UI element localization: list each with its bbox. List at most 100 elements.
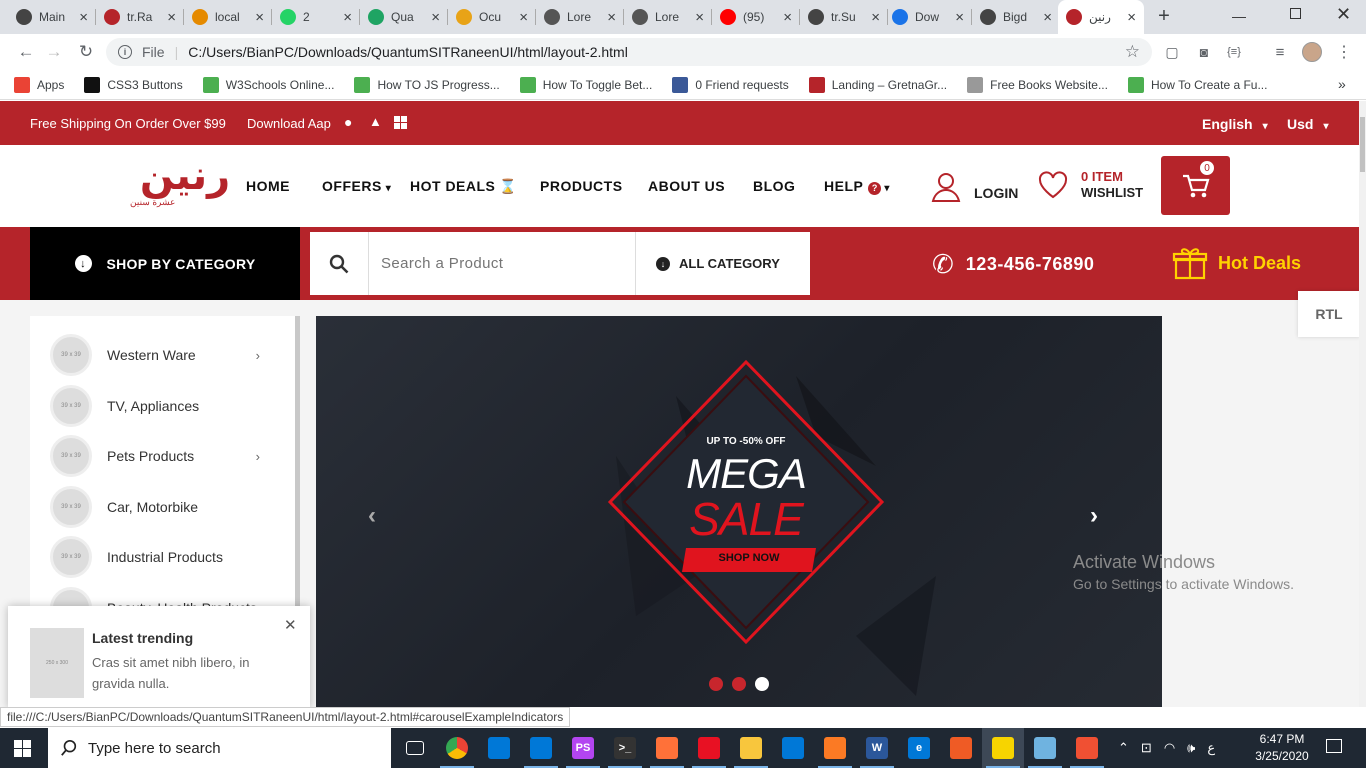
nav-help[interactable]: HELP? ▾: [824, 178, 890, 195]
nav-hot-deals[interactable]: HOT DEALS ⌛: [410, 178, 517, 195]
address-bar[interactable]: i File | C:/Users/BianPC/Downloads/Quant…: [106, 38, 1152, 66]
close-tab-icon[interactable]: ×: [255, 9, 264, 26]
browser-tab[interactable]: tr.Ra ×: [96, 0, 184, 34]
browser-tab[interactable]: Lore ×: [624, 0, 712, 34]
nav-products[interactable]: PRODUCTS: [540, 178, 623, 194]
bookmark-item[interactable]: Apps: [14, 76, 64, 93]
search-icon[interactable]: [310, 232, 369, 295]
new-tab-button[interactable]: +: [1152, 6, 1176, 28]
browser-tab[interactable]: Lore ×: [536, 0, 624, 34]
close-tab-icon[interactable]: ×: [167, 9, 176, 26]
browser-tab[interactable]: 2 ×: [272, 0, 360, 34]
edge-icon[interactable]: e: [898, 728, 940, 768]
browser-tab[interactable]: Qua ×: [360, 0, 448, 34]
browser-tab[interactable]: Bigd ×: [972, 0, 1060, 34]
category-item[interactable]: 39 x 39 Western Ware ›: [50, 333, 270, 377]
postman-icon[interactable]: [940, 728, 982, 768]
firefox-icon[interactable]: [646, 728, 688, 768]
close-tab-icon[interactable]: ×: [431, 9, 440, 26]
wishlist-link[interactable]: 0 ITEM WISHLIST: [1037, 169, 1143, 201]
bookmark-item[interactable]: 0 Friend requests: [672, 76, 789, 93]
shop-by-category-button[interactable]: ↓ SHOP BY CATEGORY: [30, 227, 300, 300]
minimize-button[interactable]: —: [1232, 8, 1246, 24]
extension-icon[interactable]: ▢: [1160, 40, 1184, 64]
camera-icon[interactable]: ◙: [1192, 40, 1216, 64]
nav-about-us[interactable]: ABOUT US: [648, 178, 725, 194]
notification-icon[interactable]: [1326, 739, 1342, 753]
carousel-dot-1[interactable]: [709, 677, 723, 691]
chrome-icon[interactable]: [436, 728, 478, 768]
apple-icon[interactable]: ●: [344, 114, 352, 130]
close-window-button[interactable]: ✕: [1336, 4, 1351, 25]
close-tab-icon[interactable]: ×: [695, 9, 704, 26]
search-input[interactable]: [369, 232, 635, 295]
download-app-link[interactable]: Download Aap: [247, 116, 331, 131]
rtl-toggle-button[interactable]: RTL: [1298, 291, 1360, 337]
site-logo[interactable]: رنين عشرة سنين: [126, 149, 244, 215]
more-bookmarks-icon[interactable]: »: [1338, 76, 1346, 92]
volume-icon[interactable]: 🕪: [1187, 740, 1195, 756]
bookmark-item[interactable]: How To Create a Fu...: [1127, 76, 1267, 93]
wifi-icon[interactable]: ◠: [1164, 740, 1175, 756]
browser-tab[interactable]: رنين ×: [1058, 0, 1144, 34]
git-icon[interactable]: [1066, 728, 1108, 768]
browser-tab[interactable]: local ×: [184, 0, 272, 34]
category-item[interactable]: 39 x 39 TV, Appliances: [50, 384, 270, 428]
info-icon[interactable]: i: [118, 45, 132, 59]
avatar[interactable]: [1300, 40, 1324, 64]
carousel-dot-3[interactable]: [755, 677, 769, 691]
snipping-icon[interactable]: [688, 728, 730, 768]
phpstorm-icon[interactable]: PS: [562, 728, 604, 768]
back-arrow-icon[interactable]: ←: [14, 40, 38, 64]
carousel-next-arrow-icon[interactable]: ›: [1090, 502, 1098, 530]
close-tab-icon[interactable]: ×: [343, 9, 352, 26]
all-category-dropdown[interactable]: ↓ ALL CATEGORY: [635, 232, 810, 295]
reading-list-icon[interactable]: ≡: [1268, 40, 1292, 64]
carousel-prev-arrow-icon[interactable]: ‹: [368, 502, 376, 530]
menu-icon[interactable]: ⋮: [1332, 40, 1356, 64]
network-icon[interactable]: ⊡: [1141, 740, 1152, 756]
page-scrollbar[interactable]: [1359, 101, 1366, 707]
forward-arrow-icon[interactable]: →: [42, 40, 66, 64]
maximize-button[interactable]: [1290, 8, 1301, 19]
taskbar-search[interactable]: Type here to search: [48, 728, 391, 768]
close-tab-icon[interactable]: ×: [519, 9, 528, 26]
bookmark-item[interactable]: Free Books Website...: [967, 76, 1108, 93]
android-icon[interactable]: ▲: [369, 114, 382, 129]
cart-button[interactable]: 0: [1161, 156, 1230, 215]
close-tab-icon[interactable]: ×: [955, 9, 964, 26]
hot-deals-link[interactable]: Hot Deals: [1172, 246, 1301, 280]
close-tab-icon[interactable]: ×: [1127, 9, 1136, 26]
category-item[interactable]: 39 x 39 Industrial Products: [50, 535, 270, 579]
category-item[interactable]: 39 x 39 Car, Motorbike: [50, 485, 270, 529]
bookmark-item[interactable]: W3Schools Online...: [202, 76, 334, 93]
currency-select[interactable]: Usd ▾: [1287, 116, 1328, 132]
file-explorer-icon[interactable]: [730, 728, 772, 768]
phone-contact[interactable]: ✆ 123-456-76890: [932, 249, 1094, 280]
login-link[interactable]: LOGIN: [930, 171, 1018, 203]
windows-icon[interactable]: [394, 116, 407, 129]
browser-tab[interactable]: Main ×: [8, 0, 96, 34]
terminal-icon[interactable]: >_: [604, 728, 646, 768]
input-language[interactable]: ع: [1207, 740, 1215, 756]
close-tab-icon[interactable]: ×: [79, 9, 88, 26]
xampp-icon[interactable]: [814, 728, 856, 768]
clock[interactable]: 6:47 PM 3/25/2020: [1250, 731, 1314, 765]
close-tab-icon[interactable]: ×: [783, 9, 792, 26]
sticky-notes-icon[interactable]: [982, 728, 1024, 768]
browser-tab[interactable]: Ocu ×: [448, 0, 536, 34]
browser-tab[interactable]: tr.Su ×: [800, 0, 888, 34]
word-icon[interactable]: W: [856, 728, 898, 768]
shop-now-button[interactable]: SHOP NOW: [694, 552, 804, 564]
json-viewer-icon[interactable]: {≡}: [1222, 40, 1246, 64]
bookmark-item[interactable]: How To Toggle Bet...: [519, 76, 652, 93]
bookmark-item[interactable]: CSS3 Buttons: [84, 76, 183, 93]
close-tab-icon[interactable]: ×: [607, 9, 616, 26]
mail-icon[interactable]: [478, 728, 520, 768]
start-button[interactable]: [14, 740, 31, 757]
bookmark-star-icon[interactable]: ☆: [1125, 42, 1140, 62]
close-tab-icon[interactable]: ×: [871, 9, 880, 26]
task-view-icon[interactable]: [394, 728, 436, 768]
close-tab-icon[interactable]: ×: [1043, 9, 1052, 26]
toast-close-icon[interactable]: ✕: [284, 616, 297, 634]
